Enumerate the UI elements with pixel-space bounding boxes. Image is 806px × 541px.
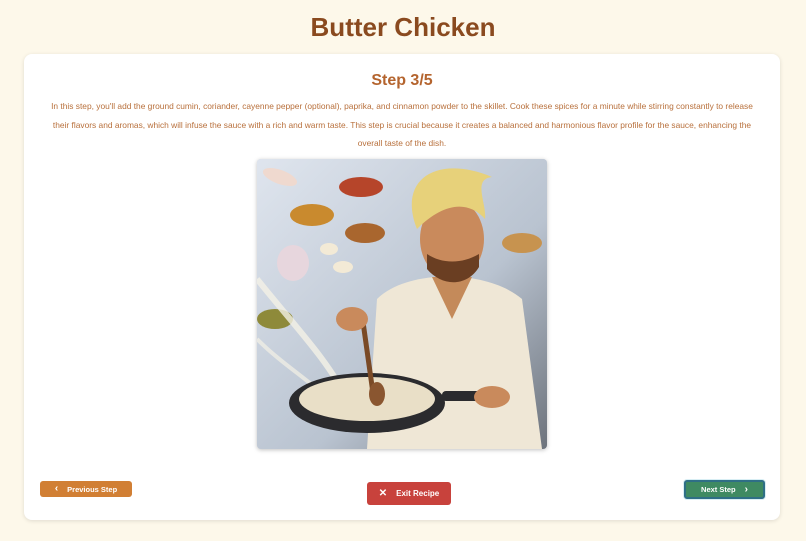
chevron-left-icon: ‹ — [54, 483, 59, 494]
previous-step-label: Previous Step — [67, 484, 118, 494]
step-illustration — [257, 159, 547, 449]
step-title: Step 3/5 — [371, 72, 433, 89]
step-description: In this step, you'll add the ground cumi… — [51, 101, 753, 148]
step-card: Step 3/5 In this step, you'll add the gr… — [24, 54, 780, 520]
previous-step-button[interactable]: ‹ Previous Step — [40, 481, 132, 497]
next-step-label: Next Step — [701, 485, 736, 494]
exit-recipe-button[interactable]: ✕ Exit Recipe — [367, 482, 451, 505]
next-step-button[interactable]: Next Step › — [684, 480, 765, 499]
close-icon: ✕ — [378, 487, 388, 499]
exit-recipe-label: Exit Recipe — [396, 489, 440, 498]
chevron-right-icon: › — [744, 483, 748, 495]
page-title: Butter Chicken — [310, 12, 496, 42]
